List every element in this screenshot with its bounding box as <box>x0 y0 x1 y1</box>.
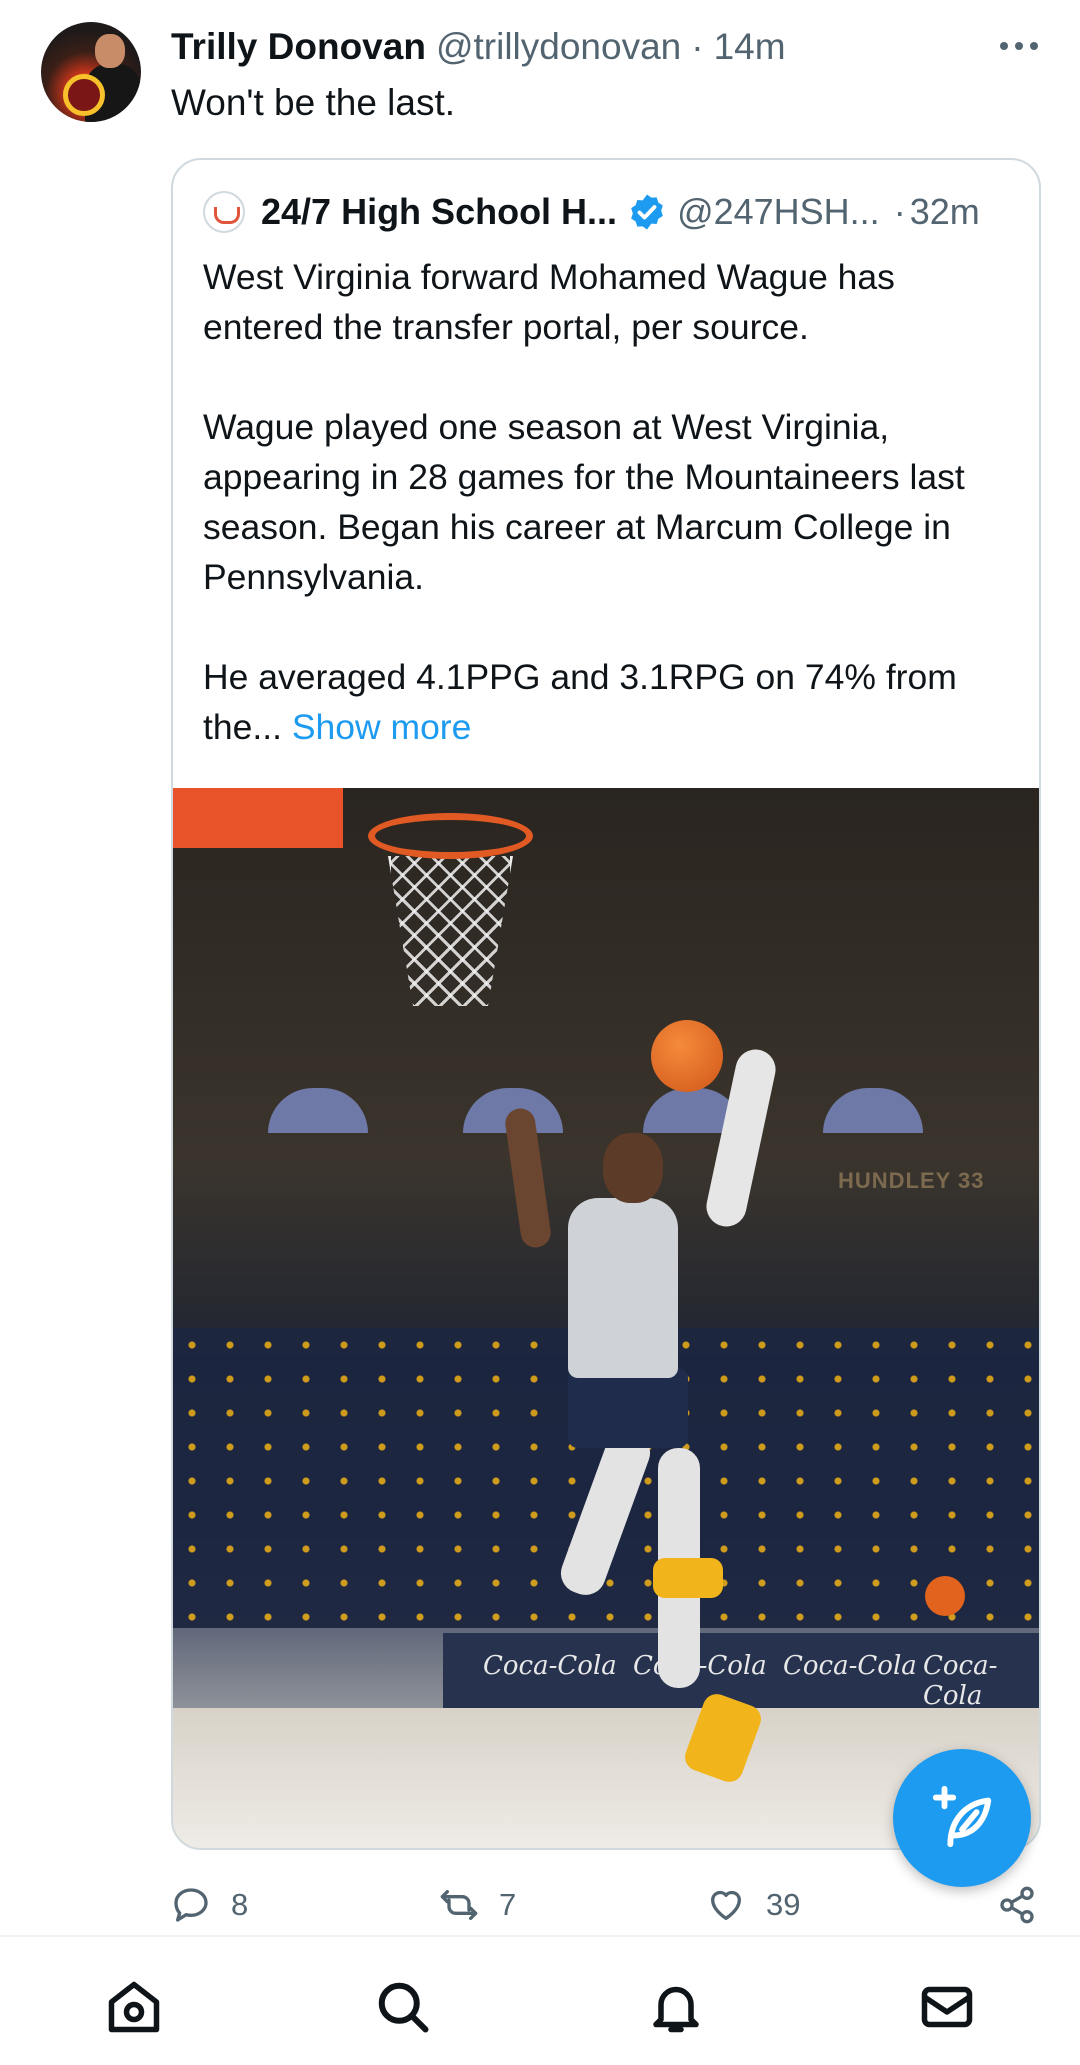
player-shoe <box>653 1558 723 1598</box>
player-head <box>603 1133 663 1203</box>
tweet-header: Trilly Donovan @trillydonovan · 14m <box>171 26 786 70</box>
banner-text: Coca-Cola <box>483 1651 617 1681</box>
basketball-net <box>388 856 513 1006</box>
like-count: 39 <box>766 1887 801 1922</box>
home-icon <box>108 1981 160 2033</box>
reply-icon <box>174 1888 208 1922</box>
basketball-rim <box>368 813 533 859</box>
quoted-paragraph-3: He averaged 4.1PPG and 3.1RPG on 74% fro… <box>203 652 1003 752</box>
avatar[interactable] <box>41 22 141 122</box>
banner-text: Coca-Cola <box>783 1651 917 1681</box>
basketball <box>651 1020 723 1092</box>
author-handle[interactable]: @trillydonovan <box>436 26 681 68</box>
backboard <box>173 788 343 848</box>
more-dots-icon[interactable] <box>1000 36 1040 56</box>
quoted-tweet-time[interactable]: 32m <box>910 191 980 233</box>
reply-button[interactable]: 8 <box>171 1880 248 1930</box>
quoted-tweet-text: West Virginia forward Mohamed Wague has … <box>203 252 1003 752</box>
share-icon <box>1000 1886 1034 1924</box>
tweet-actions: 8 7 39 <box>171 1880 1041 1930</box>
show-more-link[interactable]: Show more <box>292 707 472 747</box>
mail-icon <box>921 1986 973 2028</box>
avatar-head <box>95 34 125 68</box>
bottom-navigation <box>0 1937 1080 2065</box>
retweet-button[interactable]: 7 <box>439 1880 516 1930</box>
like-button[interactable]: 39 <box>706 1880 800 1930</box>
nav-notifications[interactable] <box>646 1977 706 2037</box>
quoted-paragraph-2: Wague played one season at West Virginia… <box>203 407 965 597</box>
bell-icon <box>653 1986 699 2033</box>
tweet-time[interactable]: 14m <box>714 26 786 68</box>
retweet-count: 7 <box>499 1887 517 1922</box>
search-icon <box>378 1982 429 2033</box>
retweet-icon <box>440 1890 478 1920</box>
nav-messages[interactable] <box>917 1977 977 2037</box>
quoted-header-separator: · <box>893 191 906 232</box>
arena-window <box>268 1088 368 1133</box>
basketball <box>925 1576 965 1616</box>
nav-home[interactable] <box>104 1977 164 2037</box>
tweet-text: Won't be the last. <box>171 82 456 123</box>
quoted-tweet-header: 24/7 High School H... @247HSH... · 32m <box>203 190 980 234</box>
quoted-paragraph-1: West Virginia forward Mohamed Wague has … <box>203 257 895 347</box>
arena-window <box>823 1088 923 1133</box>
player-shorts <box>568 1368 688 1448</box>
player-jersey <box>568 1198 678 1378</box>
compose-button[interactable] <box>893 1749 1031 1887</box>
quoted-avatar[interactable] <box>203 191 245 233</box>
verified-badge-icon <box>631 194 663 230</box>
author-name[interactable]: Trilly Donovan <box>171 26 426 68</box>
share-button[interactable] <box>997 1880 1057 1930</box>
quoted-author-name[interactable]: 24/7 High School H... <box>261 191 617 233</box>
arena-sign: HUNDLEY 33 <box>838 1168 985 1193</box>
courtside-banner: Coca-Cola Coca-Cola Coca-Cola Coca-Cola <box>443 1633 1039 1713</box>
reply-count: 8 <box>231 1887 249 1922</box>
compose-icon <box>932 1785 992 1848</box>
nav-search[interactable] <box>373 1977 433 2037</box>
quoted-author-handle[interactable]: @247HSH... <box>677 191 880 233</box>
heart-icon <box>711 1890 741 1920</box>
tweet-image[interactable]: HUNDLEY 33 Coca-Cola Coca-Cola Coca-Cola… <box>173 788 1039 1848</box>
quoted-tweet[interactable]: 24/7 High School H... @247HSH... · 32m W… <box>171 158 1041 1850</box>
header-separator: · <box>691 26 704 67</box>
avatar-emblem <box>63 74 105 116</box>
banner-text: Coca-Cola <box>923 1651 998 1711</box>
